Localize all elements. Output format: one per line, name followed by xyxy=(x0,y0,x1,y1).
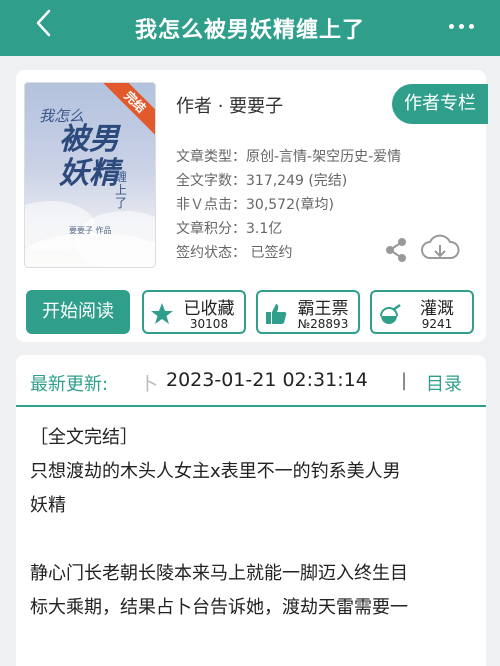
book-cover[interactable]: 我怎么 被男妖精 缠上了 要要子 作品 完结 xyxy=(24,82,156,268)
meta-score: 文章积分：3.1亿 xyxy=(176,221,283,237)
vote-button[interactable]: 霸王票 №28893 xyxy=(256,290,360,334)
author-column-button[interactable]: 作者专栏 xyxy=(392,84,488,124)
catalog-link[interactable]: 目录 xyxy=(426,370,462,396)
summary-line: ［全文完结］ xyxy=(30,427,138,448)
star-icon xyxy=(150,302,174,326)
vote-label: 霸王票 xyxy=(297,299,349,319)
summary-line: 妖精 xyxy=(30,495,66,516)
thumbs-up-icon xyxy=(264,302,288,326)
update-time: 2023-01-21 02:31:14 xyxy=(166,369,368,391)
nutrient-flask-icon xyxy=(378,302,402,326)
vote-count: №28893 xyxy=(297,317,349,331)
summary-line: 标大乘期，结果占卜台告诉她，渡劫天雷需要一 xyxy=(30,597,408,618)
book-meta: 文章类型：原创-言情-架空历史-爱情 全文字数：317,249 (完结) 非Ｖ点… xyxy=(176,145,401,265)
book-info-card: 我怎么 被男妖精 缠上了 要要子 作品 完结 作者 · 要要子 作者专栏 文章类… xyxy=(16,70,488,342)
meta-type: 文章类型：原创-言情-架空历史-爱情 xyxy=(176,149,402,165)
summary-line: 只想渡劫的木头人女主x表里不一的钓系美人男 xyxy=(30,461,401,482)
top-bar: 我怎么被男妖精缠上了 xyxy=(0,0,500,56)
update-header: 最新更新: 卜 2023-01-21 02:31:14 | 目录 xyxy=(16,355,486,407)
share-icon[interactable] xyxy=(382,236,410,264)
cover-author-line: 要要子 作品 xyxy=(69,226,112,235)
water-count: 9241 xyxy=(421,317,453,331)
action-row: 开始阅读 已收藏 30108 霸王票 №28893 灌溉 9241 xyxy=(26,288,480,334)
update-divider: | xyxy=(401,370,408,391)
latest-update-panel: 最新更新: 卜 2023-01-21 02:31:14 | 目录 ［全文完结］ … xyxy=(16,355,486,666)
meta-word-count: 全文字数：317,249 (完结) xyxy=(176,173,348,189)
author-name[interactable]: 作者 · 要要子 xyxy=(176,92,283,118)
cover-title-big: 被男妖精 xyxy=(59,122,119,191)
water-label: 灌溉 xyxy=(420,299,454,319)
summary-line: 静心门长老朝长陵本来马上就能一脚迈入终生目 xyxy=(30,563,408,584)
meta-contract: 签约状态： 已签约 xyxy=(176,245,293,261)
page-title: 我怎么被男妖精缠上了 xyxy=(134,18,365,43)
more-dots-icon[interactable] xyxy=(449,24,474,29)
cloud-download-icon[interactable] xyxy=(420,234,460,264)
favorite-button[interactable]: 已收藏 30108 xyxy=(142,290,246,334)
favorite-label: 已收藏 xyxy=(183,299,235,319)
favorite-count: 30108 xyxy=(189,317,229,331)
update-separator: 卜 xyxy=(140,374,158,395)
water-button[interactable]: 灌溉 9241 xyxy=(370,290,474,334)
book-summary: ［全文完结］ 只想渡劫的木头人女主x表里不一的钓系美人男 妖精 静心门长老朝长陵… xyxy=(30,421,470,625)
latest-update-label: 最新更新: xyxy=(30,374,109,395)
start-reading-button[interactable]: 开始阅读 xyxy=(26,290,130,334)
meta-clicks: 非Ｖ点击：30,572(章均) xyxy=(176,197,334,213)
cover-title-tail: 缠上了 xyxy=(115,170,128,210)
